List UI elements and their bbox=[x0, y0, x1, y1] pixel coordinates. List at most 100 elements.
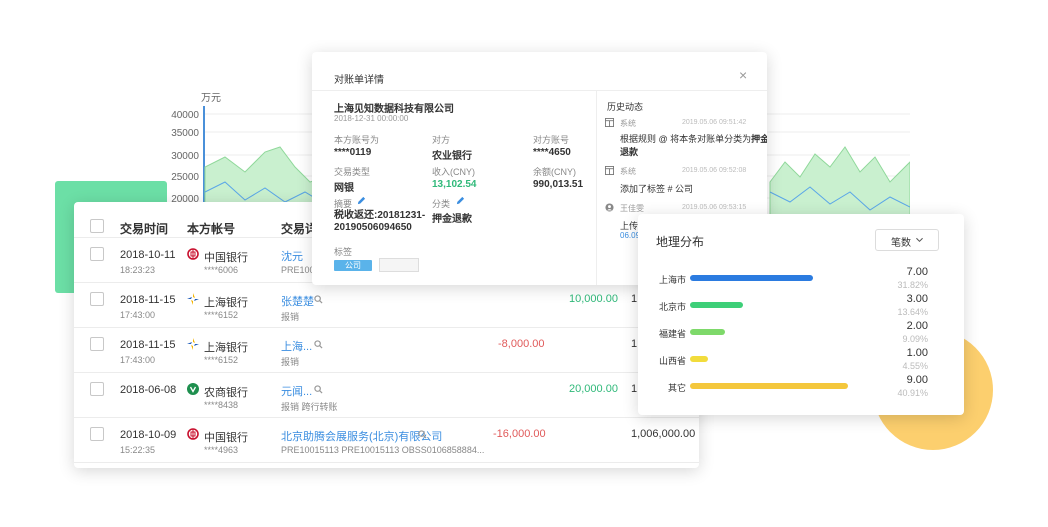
rural-commercial-bank-icon bbox=[187, 383, 199, 395]
search-icon[interactable] bbox=[418, 430, 427, 439]
transaction-note: PRE10015113 PRE10015113 OBSS0106858884..… bbox=[281, 445, 485, 455]
table-row-partial bbox=[74, 462, 699, 468]
region-value: 3.00 bbox=[906, 293, 928, 305]
statement-date: 2018-12-31 00:00:00 bbox=[334, 114, 409, 123]
history-message: 根据规则 @ 将本条对账单分类为押金 bbox=[620, 132, 767, 145]
metric-dropdown[interactable]: 笔数 bbox=[875, 229, 939, 251]
row-checkbox[interactable] bbox=[90, 292, 104, 306]
counterparty-account-value: ****4650 bbox=[533, 147, 571, 158]
own-account-value: ****0119 bbox=[334, 147, 372, 158]
transaction-date: 2018-11-15 bbox=[120, 339, 176, 351]
search-icon[interactable] bbox=[314, 295, 323, 304]
table-row[interactable]: 2018-06-08 农商银行 ****8438 元闻... 报销 跨行转账 2… bbox=[74, 372, 699, 418]
region-bar bbox=[690, 329, 725, 335]
region-bar bbox=[690, 356, 708, 362]
divider bbox=[312, 90, 767, 91]
debit-amount: -8,000.00 bbox=[498, 338, 545, 350]
table-row[interactable]: 2018-11-15 17:43:00 上海银行 ****6152 张楚楚 报销… bbox=[74, 282, 699, 328]
transaction-time: 17:43:00 bbox=[120, 310, 156, 320]
bank-of-shanghai-icon bbox=[187, 293, 199, 305]
transaction-date: 2018-06-08 bbox=[120, 384, 177, 396]
region-name: 其它 bbox=[667, 383, 686, 393]
account-number: ****6152 bbox=[204, 310, 239, 320]
divider bbox=[596, 91, 597, 285]
region-percent: 31.82% bbox=[897, 280, 928, 290]
region-value: 2.00 bbox=[906, 320, 928, 332]
header-transaction-time: 交易时间 bbox=[120, 222, 169, 236]
summary-value: 税收返还:20181231-20190506094650 bbox=[334, 210, 426, 233]
counterparty-link[interactable]: 沈元 bbox=[281, 248, 303, 264]
transaction-time: 15:22:35 bbox=[120, 445, 156, 455]
chevron-down-icon bbox=[916, 237, 923, 243]
table-row[interactable]: 2018-10-09 15:22:35 中国银行 ****4963 北京助腾会展… bbox=[74, 417, 699, 463]
counterparty-value: 农业银行 bbox=[432, 151, 472, 162]
bank-of-shanghai-icon bbox=[187, 338, 199, 350]
transaction-type-value: 网银 bbox=[334, 183, 354, 194]
edit-pencil-icon[interactable] bbox=[357, 196, 366, 205]
income-value: 13,102.54 bbox=[432, 179, 477, 190]
y-tick-label: 35000 bbox=[171, 128, 199, 139]
bank-of-china-icon bbox=[187, 428, 199, 440]
counterparty-link[interactable]: 上海... bbox=[281, 338, 312, 354]
transaction-date: 2018-10-11 bbox=[120, 249, 176, 261]
transaction-note: 报销 bbox=[281, 312, 300, 322]
history-text-cont: 退款 bbox=[620, 147, 639, 157]
history-text: 根据规则 @ 将本条对账单分类为 bbox=[620, 134, 752, 144]
metric-dropdown-value: 笔数 bbox=[891, 238, 911, 249]
debit-amount: -16,000.00 bbox=[493, 428, 546, 440]
balance-amount: 1 bbox=[631, 383, 638, 395]
transaction-note: 报销 bbox=[281, 357, 300, 367]
tag-input[interactable] bbox=[379, 258, 419, 272]
search-icon[interactable] bbox=[314, 340, 323, 349]
transaction-date: 2018-11-15 bbox=[120, 294, 176, 306]
tag-label: 标签 bbox=[334, 247, 353, 257]
credit-amount: 10,000.00 bbox=[569, 293, 618, 305]
category-label: 分类 bbox=[432, 199, 451, 209]
bank-name: 上海银行 bbox=[204, 342, 248, 354]
history-message: 添加了标签 # 公司 bbox=[620, 184, 694, 194]
user-avatar-icon bbox=[605, 203, 614, 212]
select-all-checkbox[interactable] bbox=[90, 219, 104, 233]
edit-pencil-icon[interactable] bbox=[456, 196, 465, 205]
history-actor: 王佳雯 bbox=[620, 204, 644, 213]
y-tick-label: 40000 bbox=[171, 110, 199, 121]
bank-of-china-icon bbox=[187, 248, 199, 260]
transaction-time: 18:23:23 bbox=[120, 265, 156, 275]
region-name: 山西省 bbox=[658, 356, 686, 366]
counterparty-label: 对方 bbox=[432, 135, 451, 145]
tag-chip-company[interactable]: 公司 bbox=[334, 260, 372, 271]
history-highlight: 押金 bbox=[751, 134, 767, 144]
row-checkbox[interactable] bbox=[90, 427, 104, 441]
region-name: 福建省 bbox=[658, 329, 686, 339]
area-series bbox=[769, 146, 910, 222]
counterparty-link[interactable]: 张楚楚 bbox=[281, 293, 314, 309]
region-percent: 9.09% bbox=[902, 334, 928, 344]
account-number: ****6006 bbox=[204, 265, 239, 275]
row-checkbox[interactable] bbox=[90, 247, 104, 261]
close-icon[interactable]: × bbox=[739, 67, 747, 83]
income-label: 收入(CNY) bbox=[432, 167, 475, 177]
transaction-date: 2018-10-09 bbox=[120, 429, 177, 441]
region-percent: 40.91% bbox=[897, 388, 928, 398]
account-number: ****4963 bbox=[204, 445, 239, 455]
system-log-icon bbox=[605, 118, 614, 127]
transaction-note: 报销 跨行转账 bbox=[281, 402, 338, 412]
search-icon[interactable] bbox=[314, 385, 323, 394]
history-time: 2019.05.06 09:53:15 bbox=[682, 204, 747, 211]
row-checkbox[interactable] bbox=[90, 382, 104, 396]
bank-name: 中国银行 bbox=[204, 252, 248, 264]
region-bar bbox=[690, 302, 743, 308]
region-value: 7.00 bbox=[906, 266, 928, 278]
category-value: 押金退款 bbox=[432, 214, 472, 225]
table-row[interactable]: 2018-11-15 17:43:00 上海银行 ****6152 上海... … bbox=[74, 327, 699, 373]
history-time: 2019.05.06 09:52:08 bbox=[682, 167, 747, 174]
history-time: 2019.05.06 09:51:42 bbox=[682, 119, 747, 126]
bank-name: 中国银行 bbox=[204, 432, 248, 444]
y-tick-label: 30000 bbox=[171, 151, 199, 162]
row-checkbox[interactable] bbox=[90, 337, 104, 351]
chart-unit-label: 万元 bbox=[201, 93, 221, 104]
y-tick-label: 25000 bbox=[171, 172, 199, 183]
balance-label: 余额(CNY) bbox=[533, 167, 576, 177]
region-name: 上海市 bbox=[658, 275, 686, 285]
counterparty-link[interactable]: 元闻... bbox=[281, 383, 312, 399]
